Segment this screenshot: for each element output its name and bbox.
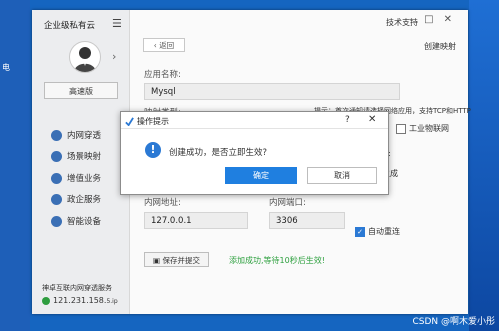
- modal-layer: 操作提示 ? ✕ ! 创建成功，是否立即生效? 确定 取消: [0, 0, 499, 331]
- dialog-message: 创建成功，是否立即生效?: [169, 148, 268, 158]
- help-icon[interactable]: ?: [345, 115, 350, 125]
- confirm-button[interactable]: 确定: [225, 167, 297, 184]
- app-logo-icon: [125, 117, 134, 126]
- dialog-divider: [121, 128, 388, 129]
- close-icon[interactable]: ✕: [368, 114, 376, 125]
- dialog-title: 操作提示: [137, 117, 169, 126]
- cancel-button[interactable]: 取消: [307, 167, 377, 184]
- watermark: CSDN @啊木爱小彤: [412, 317, 495, 327]
- confirm-dialog: 操作提示 ? ✕ ! 创建成功，是否立即生效? 确定 取消: [120, 111, 389, 195]
- info-icon: !: [145, 142, 161, 158]
